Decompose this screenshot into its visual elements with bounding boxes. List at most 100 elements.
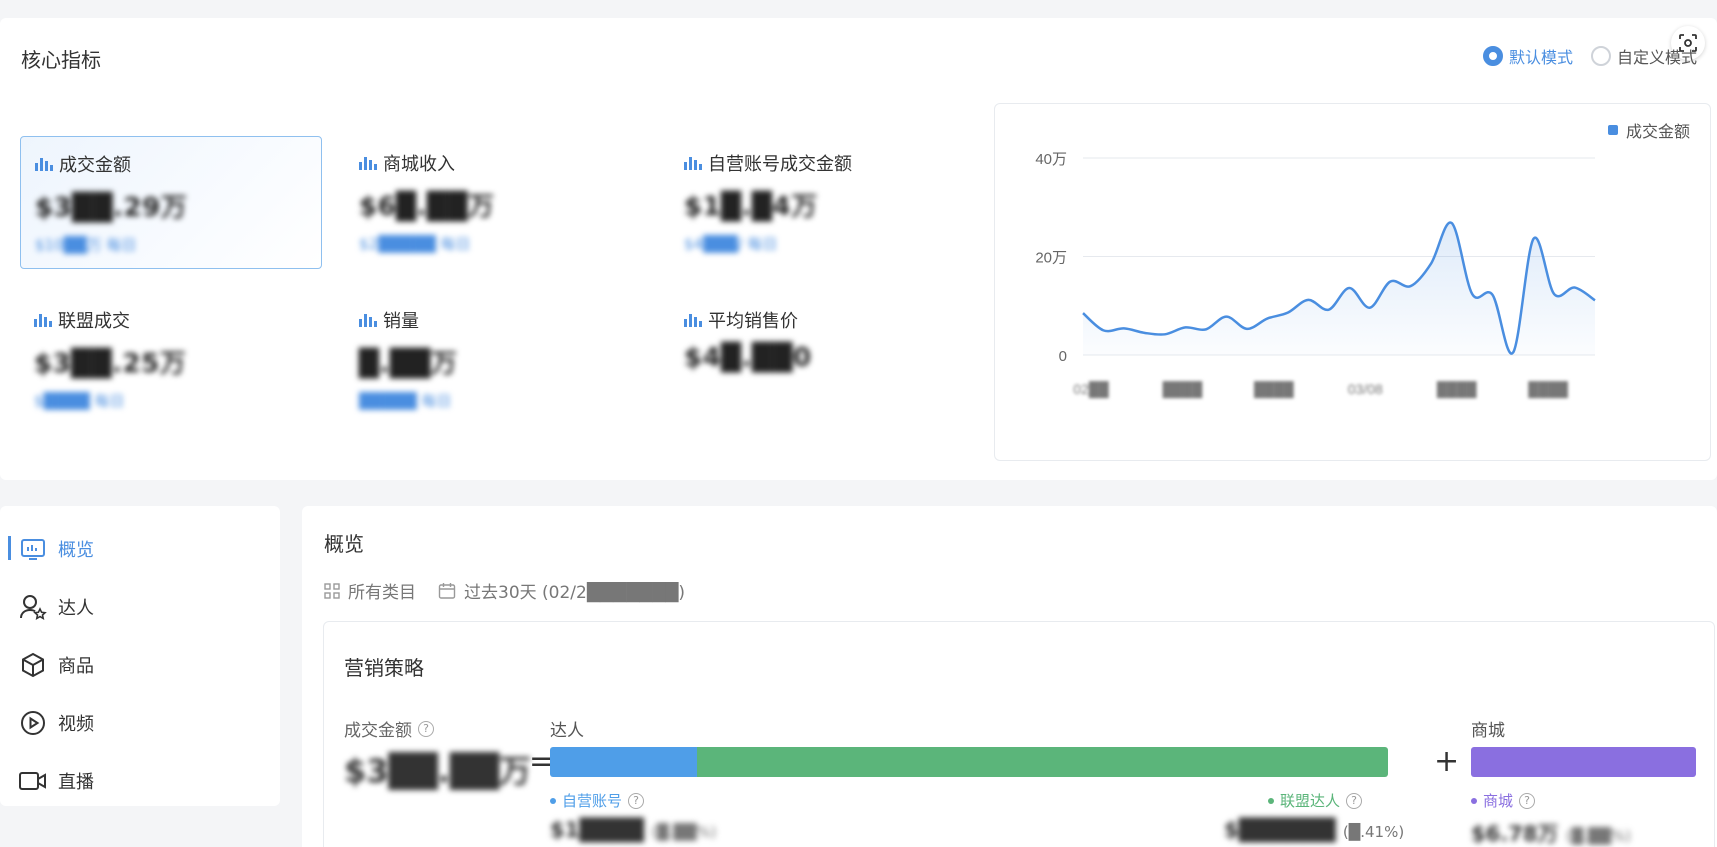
metric-sales-volume[interactable]: 销量 █.██万 █████ 每日 — [345, 293, 647, 426]
category-filter[interactable]: 所有类目 — [324, 578, 416, 603]
metric-daily: $10██万 每日 — [35, 236, 137, 254]
date-filter[interactable]: 过去30天 (02/2███████) — [438, 578, 685, 603]
self-dot — [550, 797, 556, 804]
overview-panel: 概览 所有类目 过去30天 (02/2███████) 营销策略 成交金额 ? … — [302, 506, 1717, 847]
self-account-legend: 自营账号 ? — [550, 790, 645, 811]
filter-bar: 所有类目 过去30天 (02/2███████) — [324, 578, 685, 603]
creator-split-bar[interactable] — [550, 747, 1388, 777]
metric-label: 平均销售价 — [708, 311, 798, 332]
self-account-segment[interactable] — [550, 747, 697, 777]
metric-daily: █████ 每日 — [359, 392, 452, 410]
mode-custom-label: 自定义模式 — [1616, 48, 1697, 67]
metric-avg-price[interactable]: 平均销售价 $4█.██0 — [670, 293, 972, 426]
video-icon — [18, 708, 48, 738]
category-filter-label: 所有类目 — [348, 583, 416, 603]
bar-chart-icon — [684, 313, 702, 327]
mall-segment[interactable] — [1471, 747, 1696, 777]
mall-group-label: 商城 — [1471, 721, 1505, 741]
mode-default[interactable]: 默认模式 — [1482, 44, 1573, 68]
mode-default-label: 默认模式 — [1508, 48, 1573, 67]
self-pct: (█.██%) — [651, 823, 717, 841]
alliance-legend: 联盟达人 ? — [1268, 790, 1363, 811]
bar-chart-icon — [684, 156, 702, 170]
gmv-label: 成交金额 ? — [344, 716, 434, 741]
metric-value: $4█.██0 — [684, 343, 812, 373]
creator-group-label: 达人 — [550, 721, 584, 741]
radio-off-icon — [1590, 46, 1611, 66]
y-tick-label: 40万 — [1035, 151, 1067, 168]
metric-gmv[interactable]: 成交金额 $3██.29万 $10██万 每日 — [20, 136, 322, 269]
nav-label: 直播 — [58, 772, 94, 793]
metric-label: 自营账号成交金额 — [708, 154, 852, 175]
nav-label: 视频 — [58, 714, 94, 735]
x-tick-label: ████ — [1163, 381, 1203, 399]
metric-value: $1█.█4万 — [684, 192, 818, 222]
nav-label: 达人 — [58, 598, 94, 619]
nav-label: 商品 — [58, 656, 94, 677]
nav-item-products[interactable]: 商品 — [0, 636, 280, 694]
mall-bar[interactable] — [1471, 747, 1696, 777]
nav-item-videos[interactable]: 视频 — [0, 694, 280, 752]
creator-icon — [18, 592, 48, 622]
gmv-trend-chart: 成交金额 40万 20万 0 02██ ████ ████ 03/08 ████ ████ — [994, 103, 1711, 461]
help-icon[interactable]: ? — [418, 720, 434, 737]
metric-value: $6█.██万 — [359, 192, 495, 222]
bar-chart-icon — [359, 313, 377, 327]
mode-custom[interactable]: 自定义模式 — [1590, 44, 1697, 68]
nav-item-overview[interactable]: 概览 — [0, 520, 280, 578]
alliance-pct: (█.41%) — [1342, 823, 1405, 841]
self-label: 自营账号 — [562, 792, 623, 810]
metric-daily: $████ 每日 — [34, 392, 125, 410]
metric-label: 联盟成交 — [58, 311, 130, 332]
overview-icon — [18, 534, 48, 564]
live-icon — [18, 766, 48, 796]
bar-chart-icon — [35, 157, 53, 171]
strategy-title: 营销策略 — [344, 656, 424, 680]
metric-value: $3██.29万 — [35, 193, 188, 223]
y-tick-label: 0 — [1059, 348, 1067, 365]
help-icon[interactable]: ? — [1346, 792, 1363, 809]
metric-daily: $2█████ 每日 — [359, 235, 471, 253]
alliance-value: $██████ (█.41%) — [1224, 818, 1404, 842]
x-tick-label: ████ — [1254, 381, 1294, 399]
metric-alliance-gmv[interactable]: 联盟成交 $3██.25万 $████ 每日 — [20, 293, 322, 426]
nav-item-live[interactable]: 直播 — [0, 752, 280, 810]
mall-legend: 商城 ? — [1471, 790, 1536, 811]
alliance-amount: $██████ — [1224, 818, 1336, 842]
nav-label: 概览 — [58, 540, 94, 561]
metric-label: 销量 — [383, 311, 419, 332]
mall-label: 商城 — [1483, 792, 1514, 810]
help-icon[interactable]: ? — [1519, 792, 1536, 809]
marketing-strategy-card: 营销策略 成交金额 ? $3██.██万 = 达人 自营账号 ? $1████ … — [323, 621, 1715, 847]
y-tick-label: 20万 — [1035, 250, 1067, 267]
help-icon[interactable]: ? — [628, 792, 645, 809]
overview-title: 概览 — [324, 532, 364, 556]
mall-dot — [1471, 797, 1477, 804]
metric-mall-income[interactable]: 商城收入 $6█.██万 $2█████ 每日 — [345, 136, 647, 269]
alliance-segment[interactable] — [696, 747, 1388, 777]
nav-item-creators[interactable]: 达人 — [0, 578, 280, 636]
date-filter-label: 过去30天 (02/2███████) — [464, 583, 685, 603]
mode-switch: 默认模式 自定义模式 — [1482, 44, 1697, 68]
mall-amount: $6.78万 — [1471, 822, 1559, 846]
gmv-label-text: 成交金额 — [344, 721, 412, 741]
plus-sign: + — [1434, 744, 1460, 779]
gmv-value: $3██.██万 — [344, 752, 532, 790]
metric-self-account-gmv[interactable]: 自营账号成交金额 $1█.█4万 $4███/ 每日 — [670, 136, 972, 269]
x-tick-label: 02██ — [1073, 381, 1108, 399]
alliance-dot — [1268, 797, 1274, 804]
metric-label: 成交金额 — [59, 155, 131, 176]
grid-icon — [324, 582, 340, 599]
self-value: $1████ — [550, 818, 644, 842]
x-tick-label: ████ — [1528, 381, 1568, 399]
side-nav: 概览 达人 商品 视频 直播 — [0, 506, 280, 806]
metric-daily: $4███/ 每日 — [684, 235, 778, 253]
x-tick-label: ████ — [1437, 381, 1477, 399]
trend-chart-svg: 40万 20万 0 02██ ████ ████ 03/08 ████ ████ — [1035, 151, 1596, 399]
x-tick-label: 03/08 — [1348, 381, 1383, 397]
metric-label: 商城收入 — [383, 154, 455, 175]
core-metrics-title: 核心指标 — [21, 48, 101, 72]
alliance-label: 联盟达人 — [1280, 792, 1341, 810]
bar-chart-icon — [34, 313, 52, 327]
radio-on-icon — [1482, 46, 1503, 66]
